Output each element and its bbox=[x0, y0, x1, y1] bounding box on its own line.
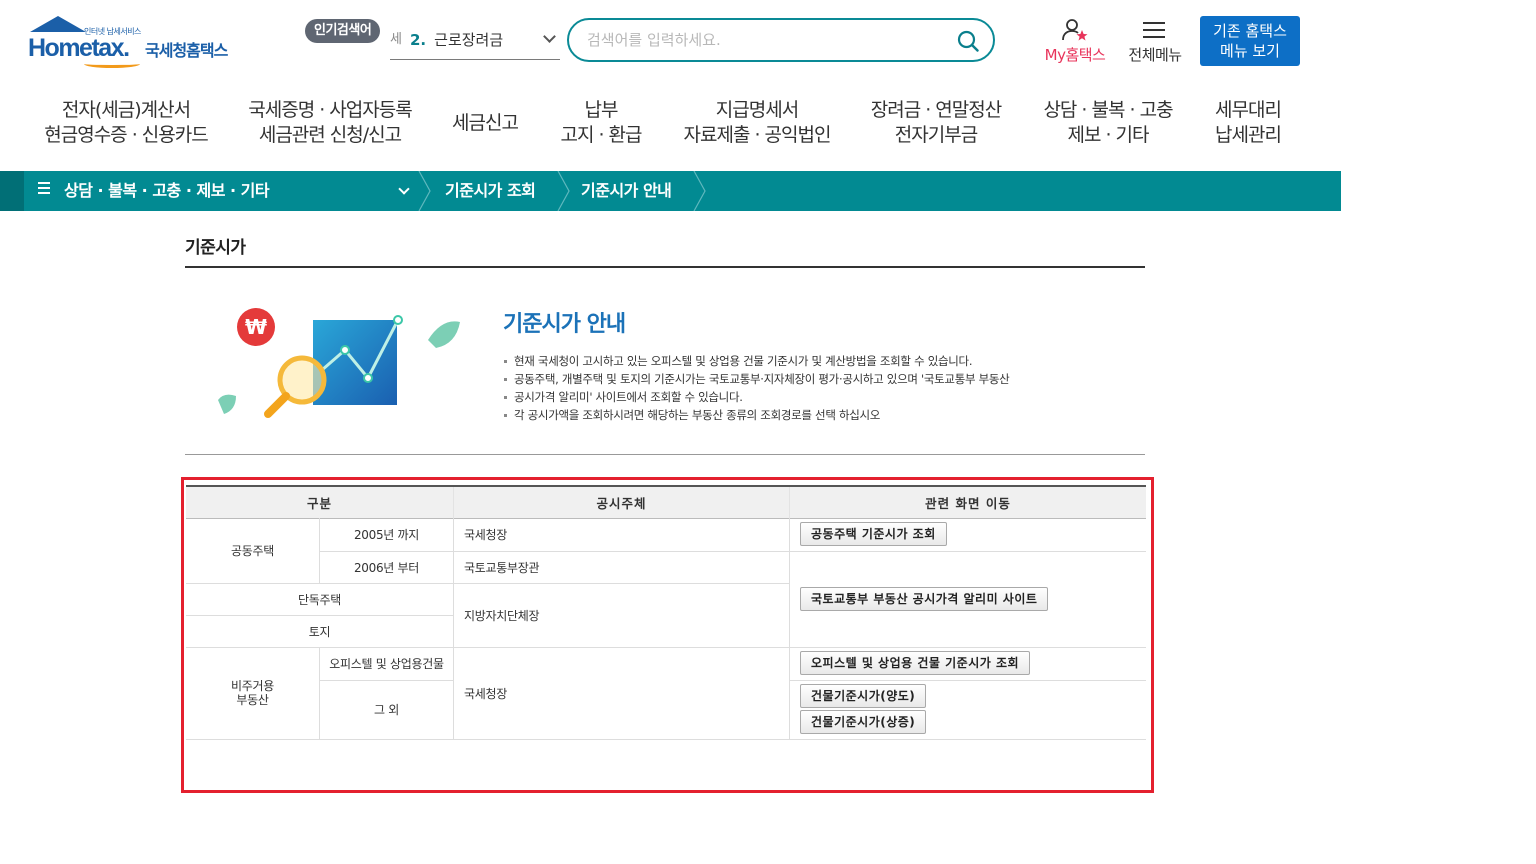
old-hometax-line1: 기존 홈택스 bbox=[1213, 22, 1287, 40]
my-hometax-link[interactable]: My홈택스 bbox=[1038, 18, 1112, 66]
my-hometax-label: My홈택스 bbox=[1044, 46, 1106, 64]
title-divider bbox=[185, 266, 1145, 268]
guide-item: 공시가격 알리미' 사이트에서 조회할 수 있습니다. bbox=[503, 388, 1123, 406]
highlight-frame bbox=[181, 477, 1154, 793]
guide-heading: 기준시가 안내 bbox=[503, 312, 626, 337]
gnb-line2: 전자기부금 bbox=[894, 124, 978, 146]
gnb-line2: 자료제출 · 공익법인 bbox=[683, 124, 832, 146]
search-icon[interactable] bbox=[957, 30, 979, 52]
gnb-line2: 세금관련 신청/신고 bbox=[258, 124, 402, 146]
guide-item: 공동주택, 개별주택 및 토지의 기준시가는 국토교통부·지자체장이 평가·공시… bbox=[503, 370, 1123, 388]
gnb-line1: 납부 bbox=[584, 99, 619, 121]
popular-search-badge: 인기검색어 bbox=[305, 19, 381, 43]
chevron-down-icon bbox=[398, 183, 410, 195]
all-menu-button[interactable]: 전체메뉴 bbox=[1122, 18, 1188, 66]
chevron-down-icon bbox=[543, 30, 556, 43]
old-hometax-menu-button[interactable]: 기존 홈택스 메뉴 보기 bbox=[1200, 16, 1300, 66]
standard-price-illustration-icon: ₩ bbox=[218, 308, 460, 418]
gnb-line1: 지급명세서 bbox=[715, 99, 799, 121]
main-navigation: 전자(세금)계산서 현금영수증 · 신용카드 국세증명 · 사업자등록 세금관련… bbox=[0, 98, 1340, 158]
gnb-item-tax-agent[interactable]: 세무대리 납세관리 bbox=[1206, 98, 1290, 148]
breadcrumb-separator-icon bbox=[693, 171, 706, 211]
page-title: 기준시가 bbox=[185, 238, 246, 258]
breadcrumb-item-guide[interactable]: 기준시가 안내 bbox=[581, 171, 672, 211]
gnb-line1: 장려금 · 연말정산 bbox=[870, 99, 1002, 121]
guide-item: 현재 국세청이 고시하고 있는 오피스텔 및 상업용 건물 기준시가 및 계산방… bbox=[503, 352, 1123, 370]
gnb-item-incentives[interactable]: 장려금 · 연말정산 전자기부금 bbox=[864, 98, 1008, 148]
gnb-line1: 국세증명 · 사업자등록 bbox=[248, 99, 412, 121]
breadcrumb-category-select[interactable]: 상담 · 불복 · 고충 · 제보 · 기타 bbox=[38, 171, 418, 211]
logo-roof-icon bbox=[30, 16, 86, 32]
popular-search-select[interactable]: 세 2. 근로장려금 bbox=[390, 22, 560, 60]
gnb-item-e-invoice[interactable]: 전자(세금)계산서 현금영수증 · 신용카드 bbox=[40, 98, 212, 148]
user-star-icon bbox=[1062, 19, 1088, 41]
logo-wordmark: Hometax. bbox=[28, 34, 130, 62]
menu-icon bbox=[38, 182, 50, 197]
breadcrumb-separator-icon bbox=[557, 171, 570, 211]
gnb-item-payment[interactable]: 납부 고지 · 환급 bbox=[550, 98, 652, 148]
gnb-line1: 전자(세금)계산서 bbox=[61, 99, 191, 121]
search-input[interactable] bbox=[587, 28, 947, 52]
logo-korean: 국세청홈택스 bbox=[145, 41, 228, 60]
gnb-line1: 세무대리 bbox=[1215, 99, 1282, 121]
popular-prev-term: 세 bbox=[390, 32, 402, 47]
gnb-line1: 세금신고 bbox=[452, 112, 519, 134]
old-hometax-line2: 메뉴 보기 bbox=[1220, 42, 1280, 60]
gnb-item-consulting[interactable]: 상담 · 불복 · 고충 제보 · 기타 bbox=[1036, 98, 1180, 148]
guide-list: 현재 국세청이 고시하고 있는 오피스텔 및 상업용 건물 기준시가 및 계산방… bbox=[503, 352, 1123, 424]
gnb-item-payment-statement[interactable]: 지급명세서 자료제출 · 공익법인 bbox=[678, 98, 836, 148]
gnb-line2: 제보 · 기타 bbox=[1067, 124, 1149, 146]
gnb-line1: 상담 · 불복 · 고충 bbox=[1043, 99, 1173, 121]
gnb-item-tax-filing[interactable]: 세금신고 bbox=[444, 111, 526, 136]
gnb-line2: 납세관리 bbox=[1215, 124, 1282, 146]
breadcrumb-category-label: 상담 · 불복 · 고충 · 제보 · 기타 bbox=[64, 181, 270, 200]
breadcrumb: 상담 · 불복 · 고충 · 제보 · 기타 기준시가 조회 기준시가 안내 bbox=[0, 171, 1341, 211]
all-menu-label: 전체메뉴 bbox=[1128, 46, 1182, 64]
guide-item: 각 공시가액을 조회하시려면 해당하는 부동산 종류의 조회경로를 선택 하십시… bbox=[503, 406, 1123, 424]
svg-text:₩: ₩ bbox=[245, 315, 267, 339]
gnb-line2: 고지 · 환급 bbox=[560, 124, 642, 146]
hamburger-icon bbox=[1143, 22, 1165, 38]
breadcrumb-separator-icon bbox=[418, 171, 431, 211]
gnb-item-certificates[interactable]: 국세증명 · 사업자등록 세금관련 신청/신고 bbox=[242, 98, 418, 148]
gnb-line2: 현금영수증 · 신용카드 bbox=[44, 124, 208, 146]
breadcrumb-item-lookup[interactable]: 기준시가 조회 bbox=[445, 171, 536, 211]
hometax-logo[interactable]: 인터넷 납세서비스 Hometax. 국세청홈택스 bbox=[28, 16, 243, 70]
search-box bbox=[567, 18, 995, 62]
logo-swoosh-icon bbox=[84, 60, 140, 68]
guide-divider bbox=[185, 454, 1145, 455]
popular-rank: 2. bbox=[410, 31, 427, 49]
popular-term: 근로장려금 bbox=[434, 31, 504, 49]
